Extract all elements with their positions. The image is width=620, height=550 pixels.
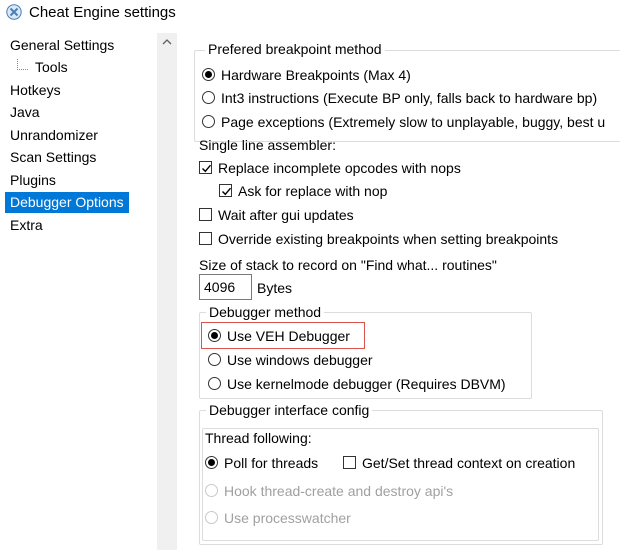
- window-title: Cheat Engine settings: [29, 4, 176, 21]
- thread-following-label: Thread following:: [205, 430, 312, 446]
- radio-label: Use kernelmode debugger (Requires DBVM): [227, 376, 506, 392]
- tree-item-unrandomizer[interactable]: Unrandomizer: [8, 125, 100, 146]
- checkbox[interactable]: [343, 456, 356, 469]
- debugger-options-panel: Prefered breakpoint method Hardware Brea…: [177, 33, 620, 550]
- checkbox-label: Override existing breakpoints when setti…: [218, 231, 559, 247]
- checkbox-label: Wait after gui updates: [218, 207, 354, 223]
- breakpoint-method-title: Prefered breakpoint method: [205, 41, 385, 57]
- checkbox[interactable]: [199, 161, 212, 174]
- settings-tree: General Settings Tools Hotkeys Java Unra…: [0, 33, 177, 550]
- debugger-interface-config-title: Debugger interface config: [206, 402, 373, 418]
- radio-button[interactable]: [208, 353, 221, 366]
- radio-button[interactable]: [208, 377, 221, 390]
- radio-button[interactable]: [208, 329, 221, 342]
- assembler-label: Single line assembler:: [199, 137, 336, 153]
- scroll-up-arrow-icon[interactable]: [157, 33, 177, 51]
- stack-size-input[interactable]: [199, 274, 252, 300]
- radio-label: Page exceptions (Extremely slow to unpla…: [221, 114, 606, 130]
- radio-label: Use processwatcher: [224, 510, 351, 526]
- radio-label: Hook thread-create and destroy api's: [224, 483, 454, 499]
- radio-label: Use VEH Debugger: [227, 328, 350, 344]
- tree-item-scan-settings[interactable]: Scan Settings: [8, 147, 98, 168]
- tree-item-java[interactable]: Java: [8, 102, 42, 123]
- title-bar: Cheat Engine settings: [0, 0, 620, 27]
- checkbox-label: Replace incomplete opcodes with nops: [218, 160, 461, 176]
- tree-guide-line: [17, 59, 28, 70]
- stack-size-unit: Bytes: [257, 280, 293, 296]
- tree-item-hotkeys[interactable]: Hotkeys: [8, 80, 63, 101]
- radio-label: Int3 instructions (Execute BP only, fall…: [221, 90, 598, 106]
- checkbox-label: Ask for replace with nop: [238, 183, 388, 199]
- checkbox[interactable]: [199, 208, 212, 221]
- cheat-engine-logo-icon: [6, 4, 22, 20]
- tree-item-plugins[interactable]: Plugins: [8, 170, 58, 191]
- checkbox-label: Get/Set thread context on creation: [362, 455, 576, 471]
- radio-button[interactable]: [205, 456, 218, 469]
- tree-item-debugger-options[interactable]: Debugger Options: [5, 192, 129, 213]
- checkbox[interactable]: [219, 184, 232, 197]
- tree-item-general-settings[interactable]: General Settings: [8, 35, 116, 56]
- checkmark-icon: [202, 164, 212, 173]
- tree-item-tools[interactable]: Tools: [33, 57, 70, 78]
- radio-button: [205, 484, 218, 497]
- checkmark-icon: [222, 187, 232, 196]
- radio-button: [205, 511, 218, 524]
- radio-label: Use windows debugger: [227, 352, 373, 368]
- radio-label: Hardware Breakpoints (Max 4): [221, 67, 411, 83]
- radio-button[interactable]: [202, 68, 215, 81]
- radio-button[interactable]: [202, 115, 215, 128]
- radio-button[interactable]: [202, 91, 215, 104]
- stack-size-label: Size of stack to record on "Find what...…: [199, 257, 497, 273]
- checkbox[interactable]: [199, 232, 212, 245]
- sidebar-scrollbar[interactable]: [157, 33, 177, 550]
- debugger-method-title: Debugger method: [206, 304, 325, 320]
- tree-item-extra[interactable]: Extra: [8, 215, 45, 236]
- radio-label: Poll for threads: [224, 455, 319, 471]
